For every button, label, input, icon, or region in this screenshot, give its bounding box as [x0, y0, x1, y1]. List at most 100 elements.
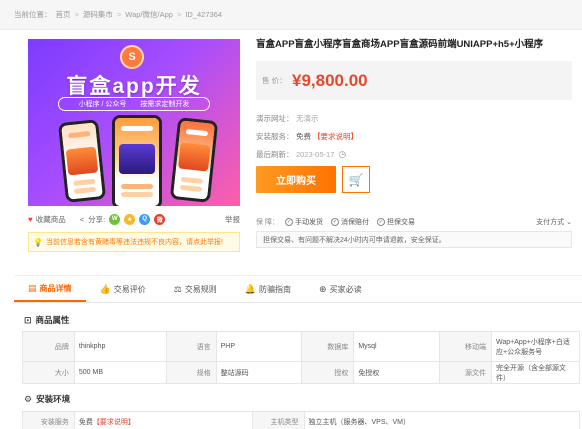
- bell-icon: 🔔: [244, 283, 257, 294]
- attr-value: thinkphp: [73, 331, 167, 362]
- attr-key: 语言: [165, 331, 217, 362]
- tab-buyer-notes[interactable]: ⊕ 买家必读: [305, 276, 376, 302]
- guarantee-item: ✓ 担保交易: [376, 217, 415, 227]
- install-row: 安装服务： 免费 【要求说明】: [256, 131, 358, 142]
- breadcrumb-link-category[interactable]: Wap/微信/App: [125, 9, 173, 20]
- environment-table: 安装服务 免费【要求说明】 主机类型 独立主机（服务器、VPS、VM）: [22, 411, 580, 429]
- scale-icon: ⚖: [173, 283, 182, 294]
- attr-value: 独立主机（服务器、VPS、VM）: [303, 411, 580, 429]
- product-title: 盲盒APP盲盒小程序盲盒商场APP盲盒源码前端UNIAPP+h5+小程序: [256, 39, 544, 50]
- refresh-date: 2023-05-17: [296, 150, 335, 159]
- tab-product-details[interactable]: ▤ 商品详情: [14, 276, 86, 302]
- breadcrumb-link-home[interactable]: 首页: [56, 9, 71, 20]
- add-to-cart-button[interactable]: 🛒: [342, 166, 370, 193]
- breadcrumb-prefix: 当前位置：: [14, 10, 52, 19]
- attr-key: 主机类型: [251, 411, 305, 429]
- cart-icon: 🛒: [348, 172, 364, 187]
- price-value: ¥9,800.00: [292, 70, 368, 90]
- attributes-title: 商品属性: [35, 315, 70, 325]
- attr-value: 免授权: [353, 361, 441, 384]
- share-icon: <: [79, 214, 85, 224]
- check-circle-icon: ✓: [330, 218, 339, 226]
- phone-mockup-right: [169, 117, 219, 203]
- detail-tabs: ▤ 商品详情 👍 交易评价 ⚖ 交易规则 🔔 防骗指南 ⊕ 买家必读: [14, 275, 582, 303]
- product-image[interactable]: S 盲盒app开发 小程序 / 公众号 按需求定制开发: [28, 39, 240, 206]
- payment-method-label: 支付方式: [536, 219, 565, 226]
- favorite-label: 收藏商品: [35, 214, 66, 224]
- banner-title: 盲盒app开发: [66, 75, 202, 98]
- tab-reviews[interactable]: 👍 交易评价: [86, 276, 160, 302]
- favorite-button[interactable]: ♥ 收藏商品: [28, 214, 66, 225]
- install-service-value: 免费: [78, 418, 93, 426]
- lightbulb-icon: 💡: [33, 237, 43, 247]
- environment-heading: ⚙ 安装环境: [24, 393, 70, 405]
- breadcrumb: 当前位置： 首页 > 源码集市 > Wap/微信/App > ID_427364: [0, 0, 582, 30]
- banner-tag: 按需求定制开发: [140, 101, 190, 108]
- attr-value: 整站源码: [215, 361, 303, 384]
- guarantee-note: 担保交易、有问题不解决24小时内可申请退款，安全保证。: [256, 231, 572, 248]
- guarantee-item: ✓ 消保赔付: [330, 217, 369, 227]
- brand-logo-icon: S: [120, 45, 144, 69]
- guarantee-item-label: 担保交易: [386, 219, 415, 226]
- install-requirements-link[interactable]: 【要求说明】: [313, 131, 358, 142]
- price-label: 售 价：: [262, 76, 287, 85]
- attributes-heading: ⊡ 商品属性: [24, 314, 70, 326]
- banner-tags: 小程序 / 公众号 按需求定制开发: [58, 97, 210, 111]
- clock-icon: ◷: [338, 149, 347, 159]
- buy-now-button[interactable]: 立即购买: [256, 166, 336, 193]
- phone-mockup-left: [57, 119, 107, 203]
- qzone-icon[interactable]: ★: [124, 213, 136, 225]
- breadcrumb-separator: >: [116, 10, 122, 19]
- environment-requirements-link[interactable]: 【要求说明】: [93, 419, 135, 426]
- tab-label: 防骗指南: [259, 284, 292, 294]
- heart-icon: ♥: [28, 214, 33, 224]
- tab-label: 交易规则: [184, 284, 217, 294]
- check-circle-icon: ✓: [284, 218, 293, 226]
- guarantee-item-label: 手动发货: [294, 219, 323, 226]
- demo-value: 无演示: [296, 114, 319, 123]
- demo-row: 演示网址： 无演示: [256, 113, 319, 124]
- share-group: < 分享: W ★ Q 微: [79, 213, 166, 225]
- phone-mockup-center: [112, 115, 162, 206]
- thumbs-up-icon: 👍: [99, 283, 111, 294]
- attr-value: Mysql: [353, 331, 441, 362]
- report-notice[interactable]: 💡 当前信息若含有黄赌毒等违法违规不良内容，请点此举报!: [28, 232, 240, 252]
- payment-method-dropdown[interactable]: 支付方式 ⌄: [536, 217, 572, 227]
- weibo-icon[interactable]: 微: [154, 213, 166, 225]
- tab-label: 买家必读: [329, 284, 362, 294]
- attr-value: PHP: [215, 331, 303, 362]
- environment-title: 安装环境: [36, 394, 71, 404]
- document-icon: ▤: [28, 282, 37, 293]
- install-label: 安装服务：: [256, 132, 294, 141]
- attr-key: 授权: [301, 361, 355, 384]
- attr-value: 500 MB: [73, 361, 167, 384]
- check-circle-icon: ✓: [376, 218, 385, 226]
- table-row: 安装服务 免费【要求说明】 主机类型 独立主机（服务器、VPS、VM）: [22, 411, 580, 429]
- refresh-label: 最后刷新：: [256, 150, 294, 159]
- guarantee-row: 保 障： ✓ 手动发货 ✓ 消保赔付 ✓ 担保交易 支付方式 ⌄: [256, 215, 572, 229]
- attr-key: 源文件: [439, 361, 493, 384]
- settings-icon: ⚙: [24, 393, 33, 404]
- attributes-table: 品牌 thinkphp 语言 PHP 数据库 Mysql 移动端 Wap+App…: [22, 331, 580, 384]
- share-label: 分享:: [88, 214, 106, 224]
- chevron-down-icon: ⌄: [566, 219, 572, 226]
- refresh-row: 最后刷新： 2023-05-17 ◷: [256, 149, 346, 160]
- tab-trade-rules[interactable]: ⚖ 交易规则: [160, 276, 231, 302]
- tab-label: 商品详情: [39, 283, 72, 293]
- tab-label: 交易评价: [113, 284, 146, 294]
- breadcrumb-link-market[interactable]: 源码集市: [83, 9, 113, 20]
- attr-key: 移动端: [439, 331, 493, 362]
- tab-anti-fraud[interactable]: 🔔 防骗指南: [231, 276, 305, 302]
- attr-key: 规格: [165, 361, 217, 384]
- qq-icon[interactable]: Q: [139, 213, 151, 225]
- price-box: 售 价： ¥9,800.00: [256, 61, 572, 100]
- wechat-icon[interactable]: W: [109, 213, 121, 225]
- breadcrumb-separator: >: [176, 10, 182, 19]
- attributes-icon: ⊡: [24, 314, 32, 325]
- report-notice-text: 当前信息若含有黄赌毒等违法违规不良内容，请点此举报!: [45, 239, 223, 246]
- breadcrumb-separator: >: [74, 10, 79, 19]
- table-row: 品牌 thinkphp 语言 PHP 数据库 Mysql 移动端 Wap+App…: [22, 331, 580, 362]
- report-link[interactable]: 举报: [225, 214, 240, 225]
- attr-value: 完全开源（含全部源文件）: [491, 361, 580, 384]
- banner-tag: 小程序 / 公众号: [78, 101, 127, 108]
